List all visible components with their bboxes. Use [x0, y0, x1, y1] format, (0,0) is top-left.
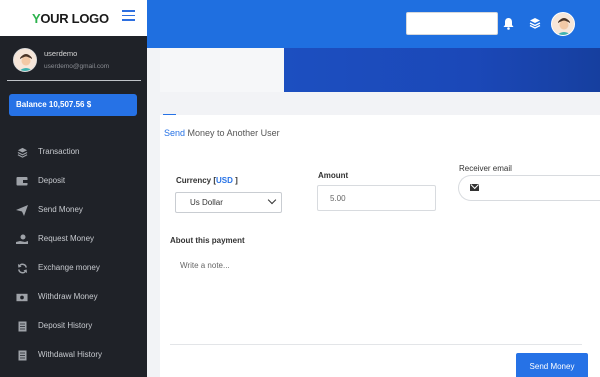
bell-icon[interactable]: [503, 17, 514, 30]
user-email: userdemo@gmail.com: [44, 63, 110, 70]
amount-label: Amount: [318, 171, 349, 180]
sidebar-item-transaction[interactable]: Transaction: [0, 138, 147, 167]
sidebar-item-label: Withdraw Money: [38, 292, 98, 301]
avatar: [13, 48, 37, 72]
document-icon: [16, 349, 28, 361]
send-money-button[interactable]: Send Money: [516, 353, 588, 377]
sidebar-item-exchange-money[interactable]: Exchange money: [0, 254, 147, 283]
note-textarea[interactable]: Write a note...: [170, 250, 582, 330]
hand-money-icon: [16, 233, 28, 245]
sidebar-item-label: Withdawal History: [38, 350, 103, 359]
about-payment-label: About this payment: [170, 236, 245, 245]
tab-indicator: [163, 114, 176, 115]
layers-icon[interactable]: [529, 17, 541, 29]
currency-label: Currency [USD ]: [176, 176, 238, 185]
divider: [170, 344, 582, 345]
sidebar: YOUR LOGO userdemo userdemo@gmail.com Ba…: [0, 0, 147, 377]
document-icon: [16, 320, 28, 332]
banner-left: [160, 48, 284, 92]
sidebar-item-deposit[interactable]: Deposit: [0, 167, 147, 196]
sidebar-item-label: Exchange money: [38, 263, 100, 272]
sidebar-item-withdraw-money[interactable]: Withdraw Money: [0, 283, 147, 312]
layers-icon: [16, 146, 28, 158]
sidebar-item-label: Transaction: [38, 147, 80, 156]
sidebar-item-send-money[interactable]: Send Money: [0, 196, 147, 225]
sidebar-item-deposit-history[interactable]: Deposit History: [0, 312, 147, 341]
balance-badge: Balance 10,507.56 $: [9, 94, 137, 116]
sidebar-item-request-money[interactable]: Request Money: [0, 225, 147, 254]
refresh-icon: [16, 262, 28, 274]
sidebar-item-withdrawal-history[interactable]: Withdawal History: [0, 341, 147, 370]
chevron-down-icon: [267, 195, 277, 205]
wallet-icon: [16, 175, 28, 187]
paper-plane-icon: [16, 204, 28, 216]
send-money-card: [160, 115, 600, 377]
banknote-icon: [16, 291, 28, 303]
currency-select[interactable]: Us Dollar: [175, 192, 282, 213]
sidebar-item-label: Deposit History: [38, 321, 93, 330]
page-title: Send Money to Another User: [164, 128, 280, 138]
sidebar-item-label: Request Money: [38, 234, 95, 243]
banner: [284, 48, 600, 92]
amount-input[interactable]: 5.00: [317, 185, 436, 211]
envelope-icon: [470, 184, 479, 191]
user-name: userdemo: [44, 49, 78, 58]
logo-area: YOUR LOGO: [0, 0, 147, 36]
sidebar-item-label: Deposit: [38, 176, 66, 185]
sidebar-menu: Transaction Deposit Send Money Request M…: [0, 138, 147, 370]
hamburger-menu-icon[interactable]: [122, 10, 135, 21]
receiver-email-label: Receiver email: [459, 164, 512, 173]
logo[interactable]: YOUR LOGO: [32, 11, 109, 26]
avatar[interactable]: [551, 12, 575, 36]
search-input[interactable]: [406, 12, 498, 35]
sidebar-item-label: Send Money: [38, 205, 83, 214]
receiver-email-field[interactable]: [458, 175, 600, 201]
divider: [7, 80, 141, 81]
